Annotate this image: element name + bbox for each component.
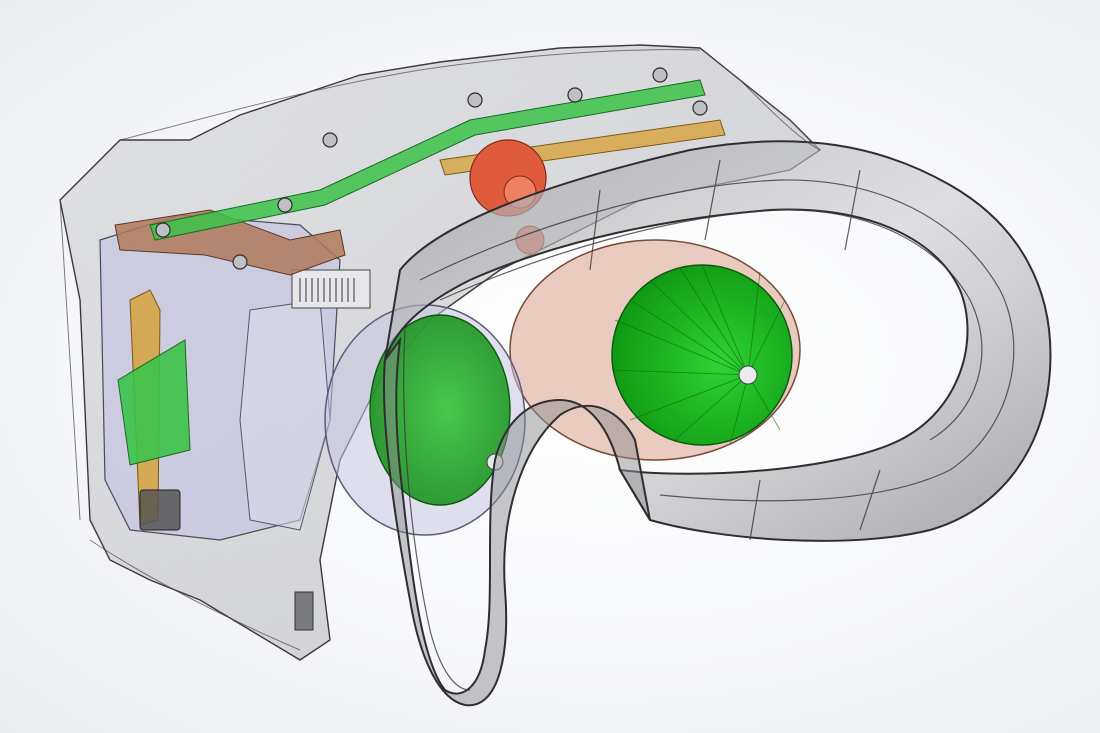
usb-connector (139, 489, 181, 531)
right-lens (611, 264, 793, 446)
right-lens-center (738, 365, 758, 385)
screw (155, 222, 171, 238)
lower-clip (294, 591, 314, 631)
screw (567, 87, 583, 103)
cad-render (59, 44, 1052, 707)
screw (467, 92, 483, 108)
screw (322, 132, 338, 148)
screw (692, 100, 708, 116)
cad-viewport[interactable] (0, 0, 1100, 733)
screw (652, 67, 668, 83)
heatsink-fins (291, 269, 371, 309)
screw (277, 197, 293, 213)
screw (232, 254, 248, 270)
